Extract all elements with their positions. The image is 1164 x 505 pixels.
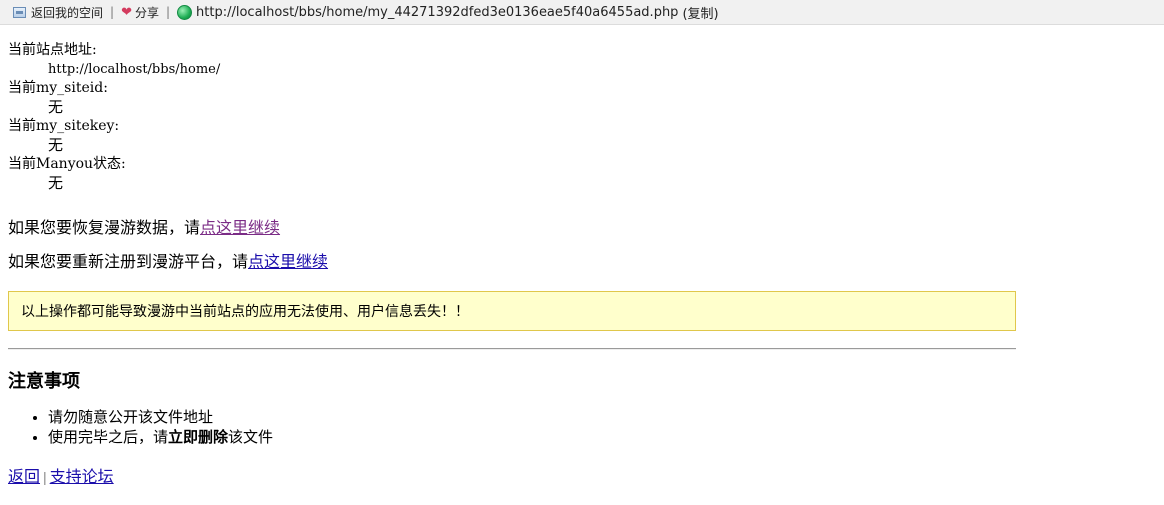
- support-forum-link[interactable]: 支持论坛: [50, 469, 114, 486]
- manyou-status-value: 无: [48, 174, 64, 192]
- restore-text: 如果您要恢复漫游数据，请: [8, 220, 201, 237]
- sitekey-value: 无: [48, 136, 64, 154]
- heart-icon: ❤: [121, 4, 132, 20]
- toolbar-separator: |: [165, 5, 171, 19]
- siteid-label: 当前my_siteid:: [8, 80, 108, 96]
- register-paragraph: 如果您要重新注册到漫游平台，请点这里继续: [8, 248, 328, 272]
- back-to-space-link[interactable]: 返回我的空间: [0, 4, 103, 21]
- site-url-label: 当前站点地址:: [8, 42, 97, 58]
- site-info-list: 当前站点地址: http://localhost/bbs/home/ 当前my_…: [8, 41, 220, 193]
- top-toolbar: 返回我的空间 | ❤ 分享 | http://localhost/bbs/hom…: [0, 0, 1164, 25]
- back-to-space-label: 返回我的空间: [31, 5, 104, 20]
- footer-links: 返回 | 支持论坛: [8, 463, 114, 487]
- notes-list: 请勿随意公开该文件地址 使用完毕之后，请立即删除该文件: [8, 408, 273, 448]
- notes-title: 注意事项: [8, 371, 80, 392]
- divider: [8, 348, 1016, 350]
- note-2-suffix: 该文件: [228, 429, 274, 446]
- share-link[interactable]: ❤ 分享: [121, 4, 159, 21]
- siteid-value: 无: [48, 98, 64, 116]
- warning-notice: 以上操作都可能导致漫游中当前站点的应用无法使用、用户信息丢失！！: [8, 291, 1016, 331]
- copy-url-link[interactable]: (复制): [682, 3, 718, 22]
- note-2-bold: 立即删除: [168, 429, 229, 446]
- register-text: 如果您要重新注册到漫游平台，请: [8, 254, 249, 271]
- toolbar-separator: |: [110, 5, 115, 19]
- restore-continue-link[interactable]: 点这里继续: [200, 220, 280, 237]
- note-1-text: 请勿随意公开该文件地址: [48, 409, 214, 426]
- home-icon: [13, 6, 26, 18]
- warning-text: 以上操作都可能导致漫游中当前站点的应用无法使用、用户信息丢失！！: [21, 303, 469, 319]
- globe-icon: [177, 4, 193, 20]
- register-continue-link[interactable]: 点这里继续: [248, 254, 328, 271]
- share-label: 分享: [134, 5, 159, 20]
- list-item: 使用完毕之后，请立即删除该文件: [48, 428, 273, 448]
- site-url-value: http://localhost/bbs/home/: [48, 62, 221, 77]
- url-text: http://localhost/bbs/home/my_44271392dfe…: [196, 4, 679, 20]
- note-2-prefix: 使用完毕之后，请: [48, 429, 169, 446]
- list-item: 请勿随意公开该文件地址: [48, 408, 273, 428]
- site-info: 当前站点地址: http://localhost/bbs/home/ 当前my_…: [8, 41, 220, 193]
- url-display: http://localhost/bbs/home/my_44271392dfe…: [177, 4, 679, 20]
- sitekey-label: 当前my_sitekey:: [8, 118, 120, 134]
- restore-paragraph: 如果您要恢复漫游数据，请点这里继续: [8, 214, 280, 238]
- footer-separator: |: [43, 469, 47, 485]
- manyou-status-label: 当前Manyou状态:: [8, 156, 126, 172]
- back-link[interactable]: 返回: [8, 469, 40, 486]
